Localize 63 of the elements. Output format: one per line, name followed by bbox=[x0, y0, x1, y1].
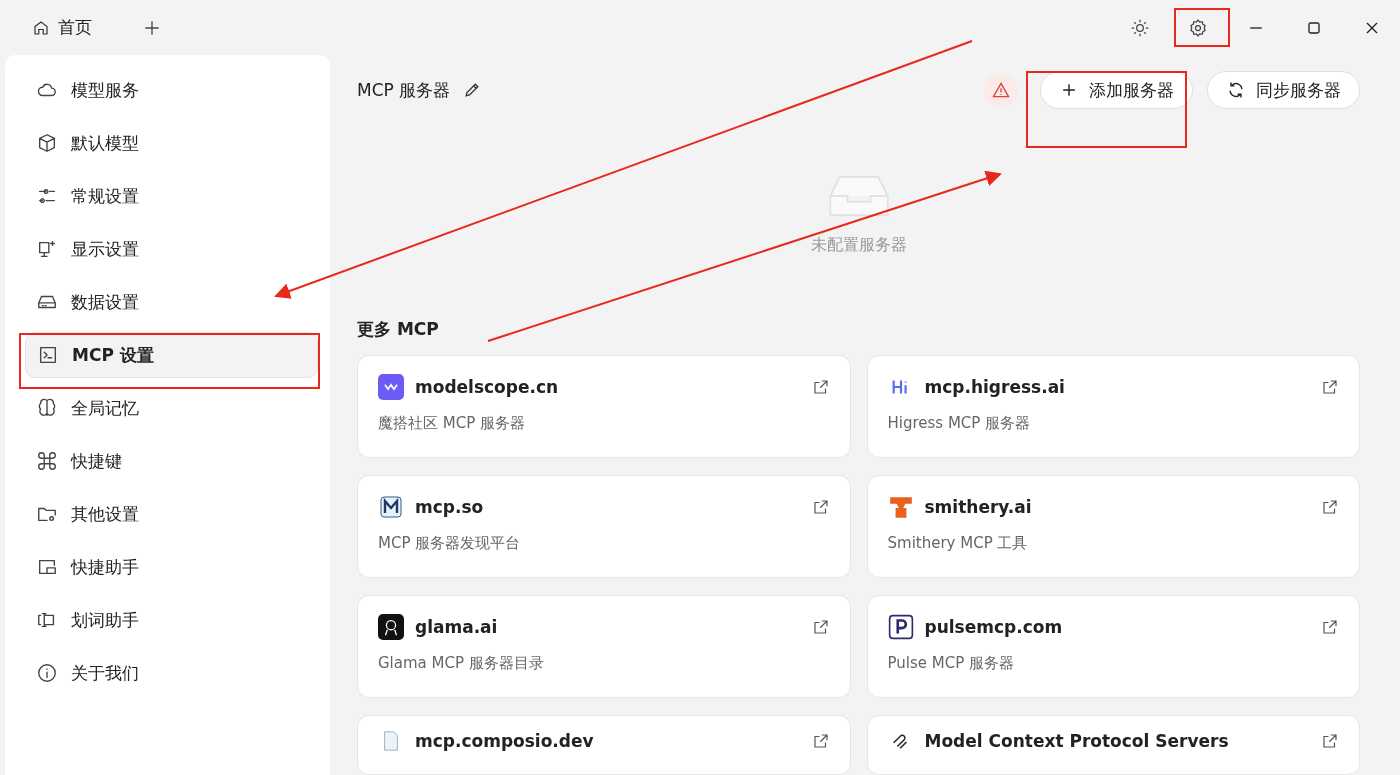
sidebar-item[interactable]: 其他设置 bbox=[25, 491, 318, 537]
logo-icon bbox=[378, 494, 404, 520]
external-link-icon[interactable] bbox=[1321, 498, 1339, 516]
server-card[interactable]: mcp.so MCP 服务器发现平台 bbox=[357, 475, 851, 578]
menu-item-icon bbox=[36, 238, 58, 260]
settings-icon[interactable] bbox=[1188, 17, 1208, 38]
server-card[interactable]: smithery.ai Smithery MCP 工具 bbox=[866, 475, 1360, 578]
external-link-icon[interactable] bbox=[811, 498, 830, 516]
menu-item-icon bbox=[36, 397, 58, 419]
card-title: smithery.ai bbox=[924, 497, 1033, 517]
sidebar-item[interactable]: 全局记忆 bbox=[25, 385, 318, 431]
server-card[interactable]: pulsemcp.com Pulse MCP 服务器 bbox=[866, 595, 1360, 698]
menu-item-icon bbox=[36, 450, 58, 472]
card-description: Smithery MCP 工具 bbox=[887, 534, 1029, 553]
card-title: glama.ai bbox=[415, 617, 499, 637]
sidebar-item[interactable]: 数据设置 bbox=[25, 279, 318, 325]
card-title: pulsemcp.com bbox=[924, 617, 1064, 637]
card-title: mcp.higress.ai bbox=[924, 377, 1066, 397]
server-card[interactable]: Model Context Protocol Servers bbox=[866, 715, 1360, 775]
card-description: Glama MCP 服务器目录 bbox=[378, 654, 545, 673]
add-server-button[interactable]: 添加服务器 bbox=[1040, 71, 1193, 109]
card-title: modelscope.cn bbox=[415, 377, 560, 397]
sidebar-item[interactable]: 常规设置 bbox=[25, 173, 318, 219]
card-title: mcp.composio.dev bbox=[415, 731, 595, 751]
server-card[interactable]: glama.ai Glama MCP 服务器目录 bbox=[357, 595, 851, 698]
card-title: mcp.so bbox=[415, 497, 485, 517]
empty-message: 未配置服务器 bbox=[810, 235, 907, 256]
sidebar-item[interactable]: 关于我们 bbox=[25, 650, 318, 696]
warning-icon[interactable] bbox=[984, 73, 1018, 107]
external-link-icon[interactable] bbox=[1321, 732, 1339, 750]
card-description: Pulse MCP 服务器 bbox=[887, 654, 1015, 673]
section-heading: 更多 MCP bbox=[357, 318, 439, 341]
inbox-icon bbox=[827, 173, 890, 219]
sidebar-item[interactable]: MCP 设置 bbox=[25, 332, 318, 378]
page-title: MCP 服务器 bbox=[357, 78, 451, 102]
sidebar-item[interactable]: 快捷助手 bbox=[25, 544, 318, 590]
annotation-box bbox=[1174, 8, 1230, 47]
server-card[interactable]: mcp.higress.ai Higress MCP 服务器 bbox=[866, 355, 1360, 458]
logo-icon bbox=[887, 614, 914, 640]
sync-servers-button[interactable]: 同步服务器 bbox=[1207, 71, 1360, 109]
external-link-icon[interactable] bbox=[811, 378, 830, 396]
menu-item-icon bbox=[36, 662, 58, 684]
card-title: Model Context Protocol Servers bbox=[924, 731, 1230, 751]
server-card[interactable]: modelscope.cn 魔搭社区 MCP 服务器 bbox=[357, 355, 851, 458]
sun-icon[interactable] bbox=[1130, 17, 1150, 38]
sidebar-item[interactable]: 显示设置 bbox=[25, 226, 318, 272]
menu-item-icon bbox=[36, 132, 58, 154]
external-link-icon[interactable] bbox=[811, 732, 830, 750]
external-link-icon[interactable] bbox=[1321, 618, 1339, 636]
card-description: MCP 服务器发现平台 bbox=[378, 534, 522, 553]
logo-icon bbox=[378, 374, 404, 400]
card-description: Higress MCP 服务器 bbox=[887, 414, 1032, 433]
sidebar-item[interactable]: 模型服务 bbox=[25, 67, 318, 113]
card-description: 魔搭社区 MCP 服务器 bbox=[378, 414, 526, 433]
home-tab[interactable]: 首页 bbox=[30, 12, 94, 43]
external-link-icon[interactable] bbox=[811, 618, 830, 636]
logo-icon bbox=[378, 614, 404, 640]
external-link-icon[interactable] bbox=[1321, 378, 1339, 396]
server-card[interactable]: mcp.composio.dev bbox=[357, 715, 851, 775]
sidebar-item[interactable]: 划词助手 bbox=[25, 597, 318, 643]
sidebar-item[interactable]: 快捷键 bbox=[25, 438, 318, 484]
menu-item-icon bbox=[37, 344, 59, 366]
sidebar-item[interactable]: 默认模型 bbox=[25, 120, 318, 166]
